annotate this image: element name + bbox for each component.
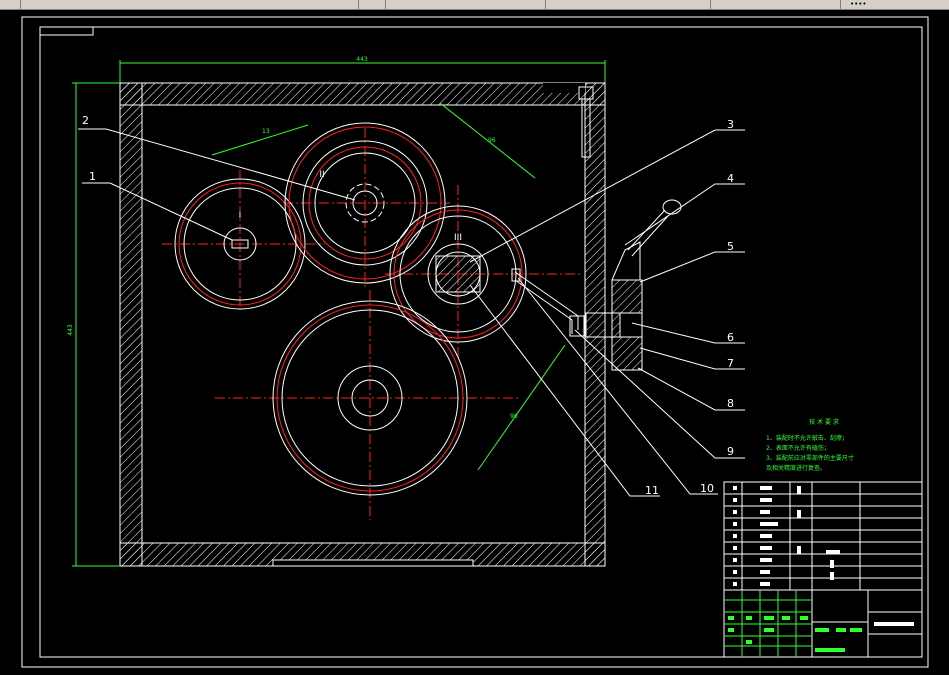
note-line-1: 1、装配时不允许敲击、刮擦； xyxy=(766,434,848,442)
toolbar-tab[interactable]: •••• xyxy=(850,0,867,9)
shaft-label-1: I xyxy=(239,211,242,221)
housing xyxy=(119,82,606,567)
dim-gear-spacing-2: 96 xyxy=(488,137,496,144)
callout-4: 4 xyxy=(727,172,734,185)
shaft-label-2: II xyxy=(319,170,324,180)
window-toolbar: •••• xyxy=(0,0,949,10)
dim-gear-spacing-3: 96 xyxy=(510,413,518,420)
toolbar-separator xyxy=(840,0,841,9)
callout-11: 11 xyxy=(645,484,659,497)
callout-10: 10 xyxy=(700,482,714,495)
cad-drawing-canvas[interactable]: 443 443 13 96 96 I II III 1 2 3 4 5 6 7 … xyxy=(0,10,949,675)
note-line-2: 2、表面不允许有磕伤； xyxy=(766,444,830,452)
callout-5: 5 xyxy=(727,240,734,253)
shaft-label-3: III xyxy=(454,233,462,243)
dim-height: 443 xyxy=(67,324,74,336)
toolbar-separator xyxy=(358,0,359,9)
note-line-3: 3、装配前应对零部件的主要尺寸 xyxy=(766,454,854,462)
callout-6: 6 xyxy=(727,331,734,344)
toolbar-separator xyxy=(545,0,546,9)
toolbar-separator xyxy=(710,0,711,9)
callout-2: 2 xyxy=(82,114,89,127)
corner-box xyxy=(39,26,94,36)
dim-gear-spacing-1: 13 xyxy=(262,128,270,135)
callout-9: 9 xyxy=(727,445,734,458)
callout-1: 1 xyxy=(89,170,96,183)
notes-title: 技 术 要 求 xyxy=(809,418,839,426)
toolbar-separator xyxy=(20,0,21,9)
toolbar-separator xyxy=(385,0,386,9)
note-line-4: 及相关精度进行复查。 xyxy=(766,464,826,472)
title-block xyxy=(723,481,923,658)
callout-7: 7 xyxy=(727,357,734,370)
callout-8: 8 xyxy=(727,397,734,410)
dim-width: 443 xyxy=(356,56,368,63)
callout-3: 3 xyxy=(727,118,734,131)
